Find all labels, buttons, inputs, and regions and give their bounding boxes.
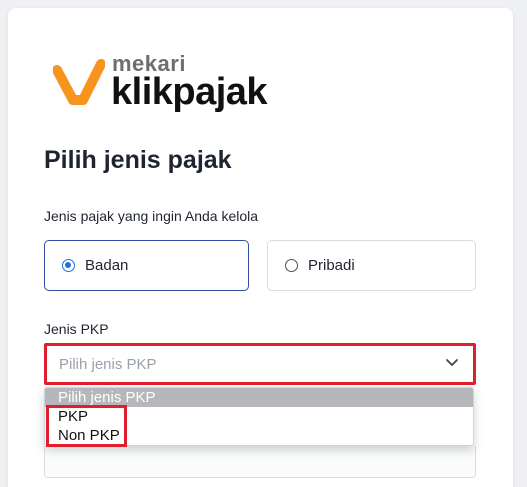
- brand-name: klikpajak: [111, 71, 268, 113]
- hidden-field-below: [44, 446, 476, 478]
- pkp-select[interactable]: Pilih jenis PKP: [44, 343, 476, 385]
- klikpajak-logo-icon: [53, 59, 105, 105]
- radio-pribadi-label: Pribadi: [308, 257, 355, 274]
- radio-unchecked-icon: [285, 259, 298, 272]
- pkp-select-placeholder: Pilih jenis PKP: [59, 355, 157, 373]
- options-highlight-box: [46, 405, 127, 447]
- page-title: Pilih jenis pajak: [44, 146, 232, 174]
- radio-checked-icon: [62, 259, 75, 272]
- radio-badan[interactable]: Badan: [44, 240, 249, 291]
- radio-badan-label: Badan: [85, 257, 129, 274]
- chevron-down-icon: [446, 359, 458, 367]
- radio-pribadi[interactable]: Pribadi: [267, 240, 476, 291]
- pkp-label: Jenis PKP: [44, 321, 109, 337]
- tax-type-label: Jenis pajak yang ingin Anda kelola: [44, 208, 259, 224]
- brand-logo: mekari klikpajak: [53, 51, 293, 113]
